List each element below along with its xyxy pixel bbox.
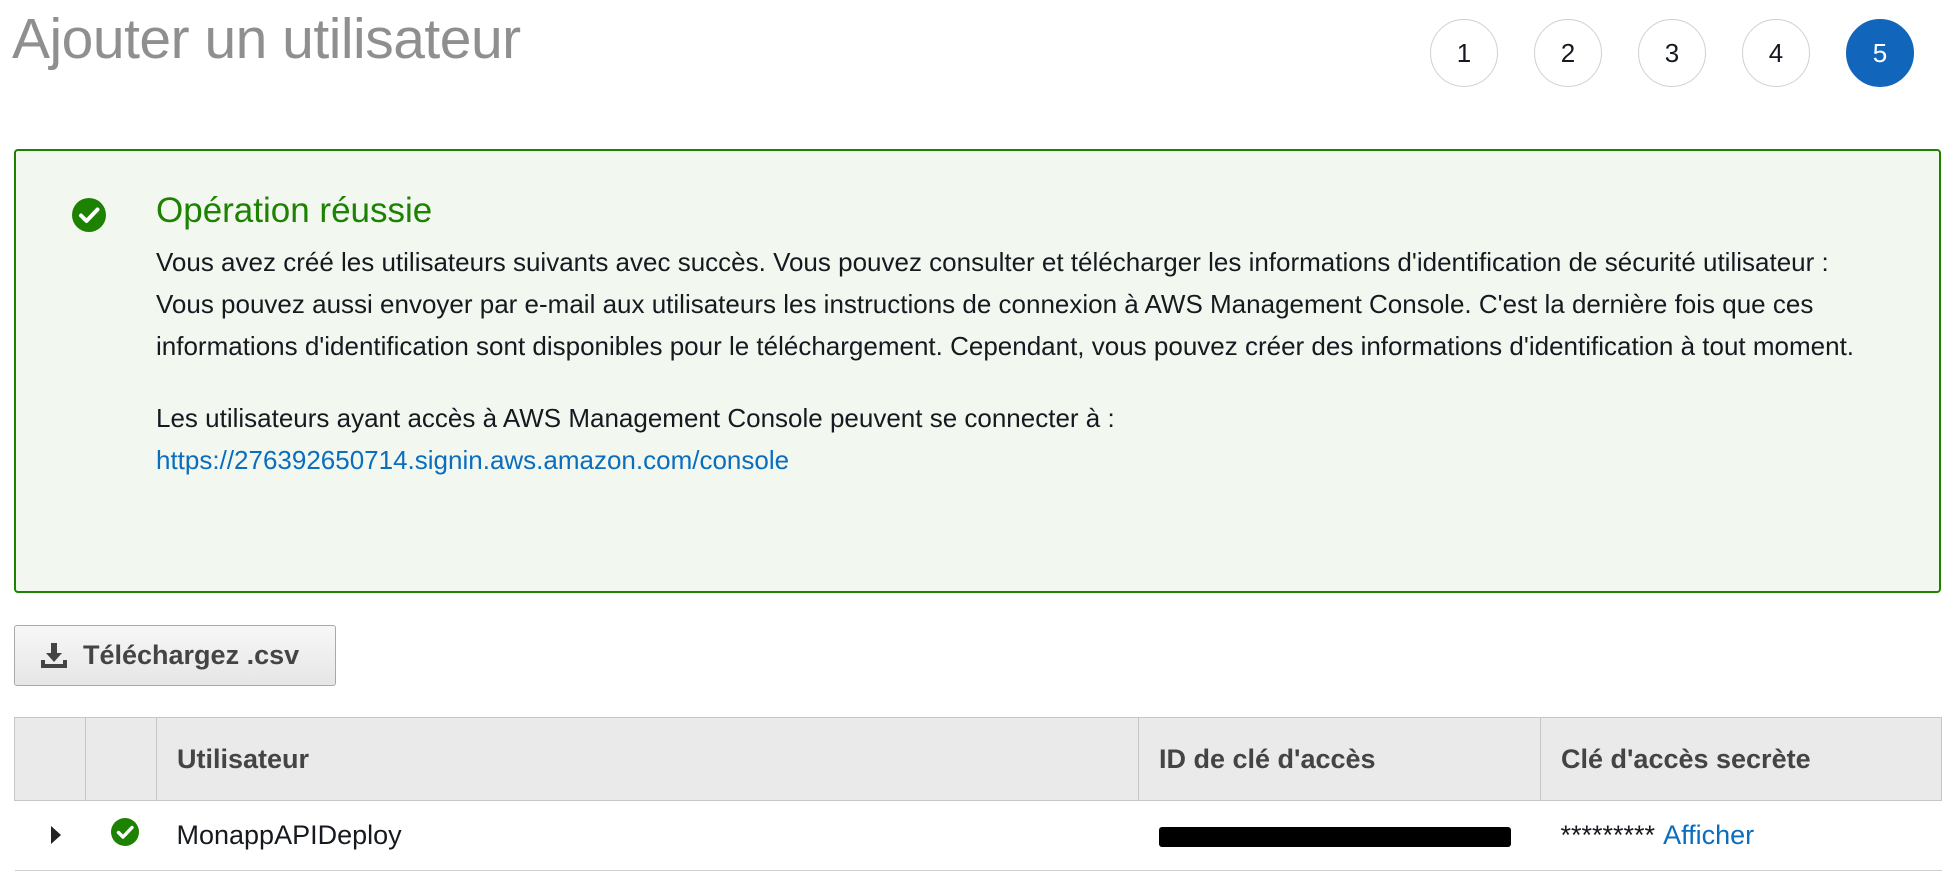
secret-key-mask: ********* <box>1560 820 1656 850</box>
signin-text: Les utilisateurs ayant accès à AWS Manag… <box>156 403 1115 433</box>
step-5[interactable]: 5 <box>1846 19 1914 87</box>
table-header-row: Utilisateur ID de clé d'accès Clé d'accè… <box>14 717 1942 801</box>
secret-key-cell: ********* Afficher <box>1540 800 1942 871</box>
expand-cell <box>14 800 86 871</box>
header-user[interactable]: Utilisateur <box>156 717 1139 801</box>
redacted-access-key <box>1158 826 1511 847</box>
user-name-cell: MonappAPIDeploy <box>156 800 1139 871</box>
success-title: Opération réussie <box>156 191 433 230</box>
header-expand <box>14 717 86 801</box>
step-4[interactable]: 4 <box>1742 19 1810 87</box>
step-1[interactable]: 1 <box>1430 19 1498 87</box>
download-csv-button[interactable]: Téléchargez .csv <box>14 625 336 686</box>
success-content: Opération réussie Vous avez créé les uti… <box>156 191 1859 481</box>
header-status <box>85 717 157 801</box>
header-access-key-id[interactable]: ID de clé d'accès <box>1138 717 1541 801</box>
download-icon <box>41 642 67 668</box>
status-cell <box>85 800 157 871</box>
users-table: Utilisateur ID de clé d'accès Clé d'accè… <box>14 717 1942 871</box>
wizard-steps: 1 2 3 4 5 <box>1430 19 1914 87</box>
signin-url-link[interactable]: https://276392650714.signin.aws.amazon.c… <box>156 439 1859 481</box>
step-2[interactable]: 2 <box>1534 19 1602 87</box>
show-secret-link[interactable]: Afficher <box>1663 820 1754 850</box>
step-3[interactable]: 3 <box>1638 19 1706 87</box>
page-title: Ajouter un utilisateur <box>12 7 521 71</box>
success-message: Vous avez créé les utilisateurs suivants… <box>156 247 1855 361</box>
success-alert: Opération réussie Vous avez créé les uti… <box>14 149 1941 593</box>
check-circle-icon <box>72 198 106 232</box>
check-circle-icon <box>110 818 139 846</box>
header-secret-key[interactable]: Clé d'accès secrète <box>1540 717 1942 801</box>
access-key-cell <box>1138 800 1541 871</box>
expand-caret-icon[interactable] <box>50 826 61 844</box>
download-csv-label: Téléchargez .csv <box>83 640 300 670</box>
table-row: MonappAPIDeploy ********* Afficher <box>14 800 1942 871</box>
